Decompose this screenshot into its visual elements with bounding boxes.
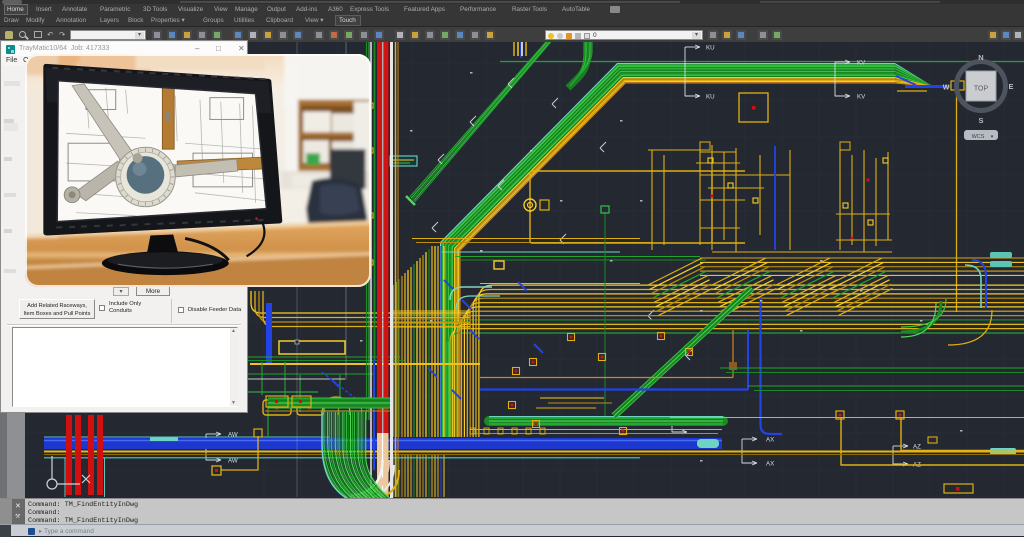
svg-text:KV: KV (857, 94, 866, 101)
svg-text:N: N (978, 53, 983, 62)
svg-text:KU: KU (706, 94, 715, 101)
svg-text:KU: KU (706, 45, 715, 52)
svg-text:E: E (1008, 82, 1013, 91)
svg-text:AX: AX (766, 437, 774, 444)
svg-text:AZ: AZ (913, 444, 921, 451)
svg-text:AW: AW (228, 458, 238, 465)
svg-text:KV: KV (857, 60, 866, 67)
svg-text:WCS: WCS (972, 134, 985, 140)
svg-text:AX: AX (766, 461, 774, 468)
svg-text:S: S (978, 116, 983, 125)
svg-text:W: W (943, 85, 950, 92)
svg-text:TOP: TOP (974, 86, 989, 93)
